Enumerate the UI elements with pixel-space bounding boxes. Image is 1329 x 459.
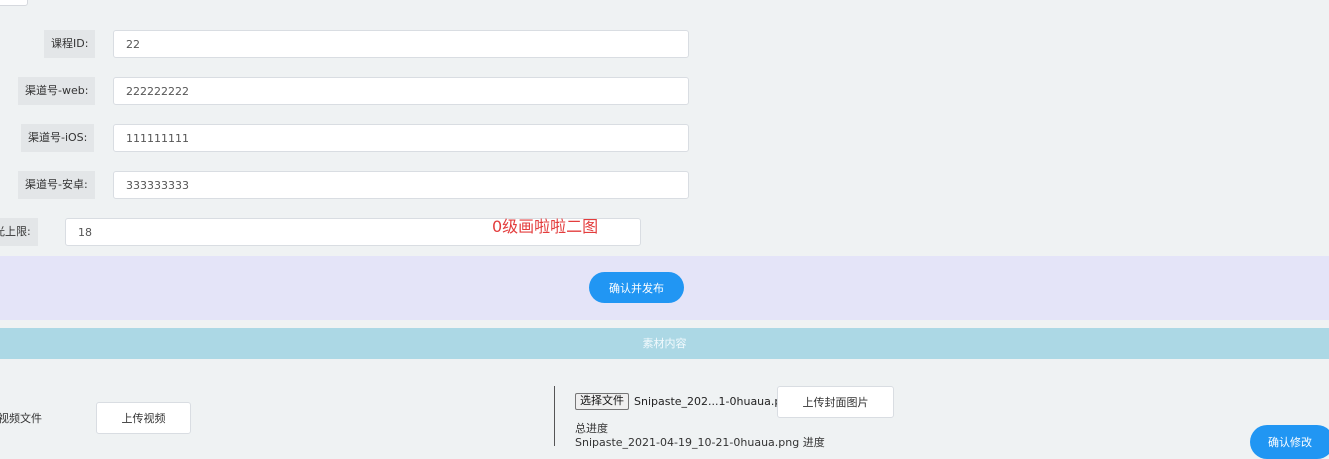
file-progress-detail: Snipaste_2021-04-19_10-21-0huaua.png 进度 <box>575 436 825 449</box>
section-header-materials: 素材内容 <box>0 328 1329 359</box>
annotation-text: 0级画啦啦二图 <box>492 217 599 236</box>
channel-android-input[interactable] <box>113 171 689 199</box>
exposure-limit-label: 曝光上限: <box>0 218 38 246</box>
confirm-modify-button[interactable]: 确认修改 <box>1250 425 1329 459</box>
chosen-file-name: Snipaste_202...1-0huaua.png <box>634 395 796 408</box>
course-id-input[interactable] <box>113 30 689 58</box>
channel-ios-input[interactable] <box>113 124 689 152</box>
course-id-label: 课程ID: <box>44 30 96 58</box>
upload-video-button[interactable]: 上传视频 <box>96 402 191 434</box>
channel-android-label: 渠道号-安卓: <box>18 171 95 199</box>
upload-cover-button[interactable]: 上传封面图片 <box>777 386 894 418</box>
choose-file-button[interactable]: 选择文件 <box>575 393 629 410</box>
channel-web-label: 渠道号-web: <box>18 77 96 105</box>
vertical-divider <box>554 386 555 446</box>
channel-ios-label: 渠道号-iOS: <box>21 124 95 152</box>
confirm-publish-button[interactable]: 确认并发布 <box>589 272 684 303</box>
video-file-label: 视频文件 <box>0 412 42 425</box>
top-control-fragment[interactable] <box>0 0 28 6</box>
channel-web-input[interactable] <box>113 77 689 105</box>
